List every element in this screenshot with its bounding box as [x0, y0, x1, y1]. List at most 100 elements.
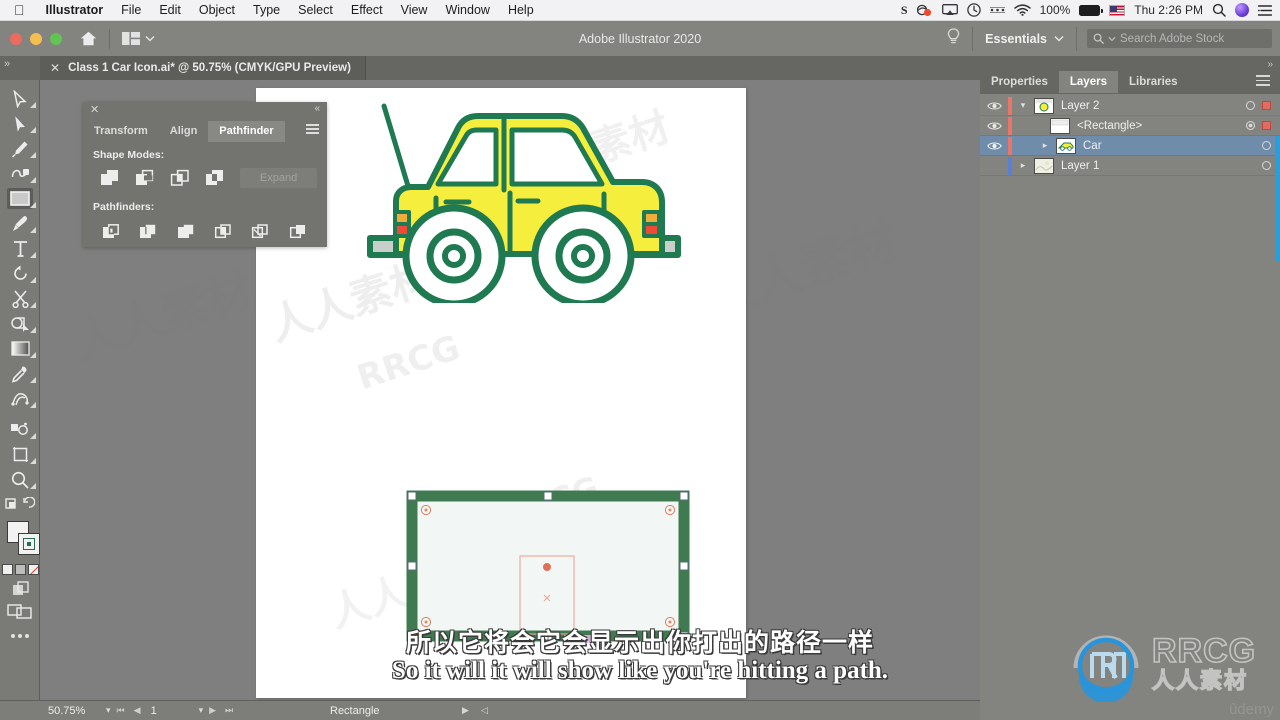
resize-handle-icon[interactable]: ◁	[481, 705, 488, 716]
prev-artboard-button[interactable]: ◀	[134, 705, 141, 716]
tab-properties[interactable]: Properties	[980, 71, 1059, 93]
crop-button[interactable]	[205, 219, 242, 243]
artboard[interactable]: 人人素材 RRCG 人人素材 RRCG 人人素材	[256, 88, 746, 698]
artboard-number-field[interactable]: 1	[141, 705, 193, 717]
curvature-tool[interactable]	[0, 161, 40, 186]
close-window-button[interactable]	[10, 32, 22, 45]
target-circle-double-icon[interactable]	[1246, 121, 1255, 130]
layer-row-layer-2[interactable]: ▾ Layer 2	[980, 96, 1280, 116]
dropbox-icon[interactable]	[916, 4, 933, 17]
none-swatch-button[interactable]	[27, 563, 39, 575]
visibility-toggle-icon[interactable]	[980, 121, 1008, 131]
rectangle-tool[interactable]	[0, 186, 40, 211]
battery-icon[interactable]	[1079, 4, 1103, 16]
spotlight-search-icon[interactable]	[1212, 3, 1226, 17]
adobe-stock-search[interactable]: Search Adobe Stock	[1087, 29, 1272, 48]
layer-name[interactable]: Car	[1083, 140, 1262, 152]
lightbulb-icon[interactable]	[935, 27, 972, 50]
workspace-switcher[interactable]: Essentials	[972, 26, 1077, 51]
expand-toolbar-icon[interactable]: »	[4, 58, 10, 70]
target-circle-icon[interactable]	[1262, 141, 1271, 150]
zoom-level-field[interactable]: 50.75%	[48, 705, 100, 717]
tool-flyout-indicator[interactable]	[30, 252, 36, 258]
selected-rectangle-object[interactable]	[396, 483, 696, 648]
artboard-tool[interactable]	[0, 442, 40, 467]
eyedropper-tool[interactable]	[0, 361, 40, 386]
layer-row-rectangle[interactable]: <Rectangle>	[980, 116, 1280, 136]
color-mode-swatches[interactable]	[0, 561, 40, 577]
tool-flyout-indicator[interactable]	[30, 433, 36, 439]
target-circle-icon[interactable]	[1262, 161, 1271, 170]
layer-name[interactable]: <Rectangle>	[1077, 120, 1246, 132]
tool-flyout-indicator[interactable]	[30, 152, 36, 158]
expand-twisty-icon[interactable]: ▾	[1012, 100, 1034, 111]
blend-tool[interactable]	[0, 386, 40, 411]
rotate-tool[interactable]	[0, 261, 40, 286]
chevron-down-icon[interactable]: ▾	[100, 705, 117, 716]
tab-layers[interactable]: Layers	[1058, 71, 1118, 93]
control-center-icon[interactable]	[989, 5, 1005, 15]
car-illustration[interactable]	[366, 98, 686, 303]
shape-builder-tool[interactable]	[0, 311, 40, 336]
color-swatch-button[interactable]	[1, 563, 13, 575]
stroke-swatch[interactable]	[18, 533, 40, 555]
menu-item-object[interactable]: Object	[190, 3, 244, 17]
menu-clock[interactable]: Thu 2:26 PM	[1134, 3, 1203, 17]
tool-flyout-indicator[interactable]	[30, 458, 36, 464]
expand-twisty-icon[interactable]: ▸	[1012, 160, 1034, 171]
zoom-tool[interactable]	[0, 467, 40, 492]
menu-item-window[interactable]: Window	[436, 3, 498, 17]
panel-menu-icon[interactable]	[1256, 75, 1280, 89]
tool-flyout-indicator[interactable]	[30, 402, 36, 408]
tab-transform[interactable]: Transform	[83, 121, 159, 142]
airplay-icon[interactable]	[941, 3, 958, 17]
target-circle-icon[interactable]	[1246, 101, 1255, 110]
document-tab[interactable]: ✕ Class 1 Car Icon.ai* @ 50.75% (CMYK/GP…	[40, 56, 366, 80]
unite-button[interactable]	[93, 167, 128, 189]
selection-indicator[interactable]	[1262, 121, 1271, 130]
menu-item-select[interactable]: Select	[289, 3, 342, 17]
exclude-button[interactable]	[197, 167, 232, 189]
time-machine-icon[interactable]	[966, 3, 981, 17]
menu-item-help[interactable]: Help	[499, 3, 543, 17]
tab-align[interactable]: Align	[159, 121, 209, 142]
selection-indicator[interactable]	[1262, 101, 1271, 110]
minimize-window-button[interactable]	[30, 32, 42, 45]
tool-flyout-indicator[interactable]	[30, 177, 36, 183]
sogou-input-icon[interactable]: S	[901, 3, 908, 18]
gradient-tool[interactable]	[0, 336, 40, 361]
tool-flyout-indicator[interactable]	[30, 377, 36, 383]
tool-flyout-indicator[interactable]	[30, 277, 36, 283]
tools-panel[interactable]	[0, 80, 40, 705]
scissors-tool[interactable]	[0, 286, 40, 311]
collapse-icon[interactable]: «	[314, 103, 320, 114]
siri-icon[interactable]	[1235, 3, 1249, 17]
last-artboard-button[interactable]: ⏭	[225, 705, 233, 716]
close-icon[interactable]: ✕	[90, 103, 99, 116]
change-screen-mode-icon[interactable]	[0, 492, 40, 517]
tab-libraries[interactable]: Libraries	[1118, 71, 1189, 93]
pathfinder-panel[interactable]: ✕ « Transform Align Pathfinder Shape Mod…	[83, 102, 327, 247]
menu-item-edit[interactable]: Edit	[150, 3, 190, 17]
chevron-down-icon[interactable]: ▾	[193, 705, 210, 716]
fill-stroke-swatches[interactable]	[0, 519, 40, 561]
expand-panels-icon[interactable]: »	[1267, 59, 1273, 70]
edit-toolbar-icon[interactable]	[0, 623, 40, 649]
visibility-toggle-icon[interactable]	[980, 141, 1008, 151]
menu-item-file[interactable]: File	[112, 3, 150, 17]
arrange-documents-icon[interactable]	[122, 32, 155, 45]
minus-front-button[interactable]	[128, 167, 163, 189]
first-artboard-button[interactable]: ⏮	[117, 705, 125, 716]
home-icon[interactable]	[80, 31, 97, 46]
notification-center-icon[interactable]	[1258, 4, 1272, 16]
current-tool-label[interactable]: Rectangle	[330, 705, 380, 717]
us-flag-icon[interactable]	[1109, 4, 1126, 16]
selection-tool[interactable]	[0, 86, 40, 111]
intersect-button[interactable]	[163, 167, 198, 189]
direct-selection-tool[interactable]	[0, 111, 40, 136]
menu-item-view[interactable]: View	[392, 3, 437, 17]
tool-flyout-indicator[interactable]	[30, 327, 36, 333]
outline-button[interactable]	[242, 219, 279, 243]
layer-name[interactable]: Layer 1	[1061, 160, 1262, 172]
tool-flyout-indicator[interactable]	[30, 227, 36, 233]
